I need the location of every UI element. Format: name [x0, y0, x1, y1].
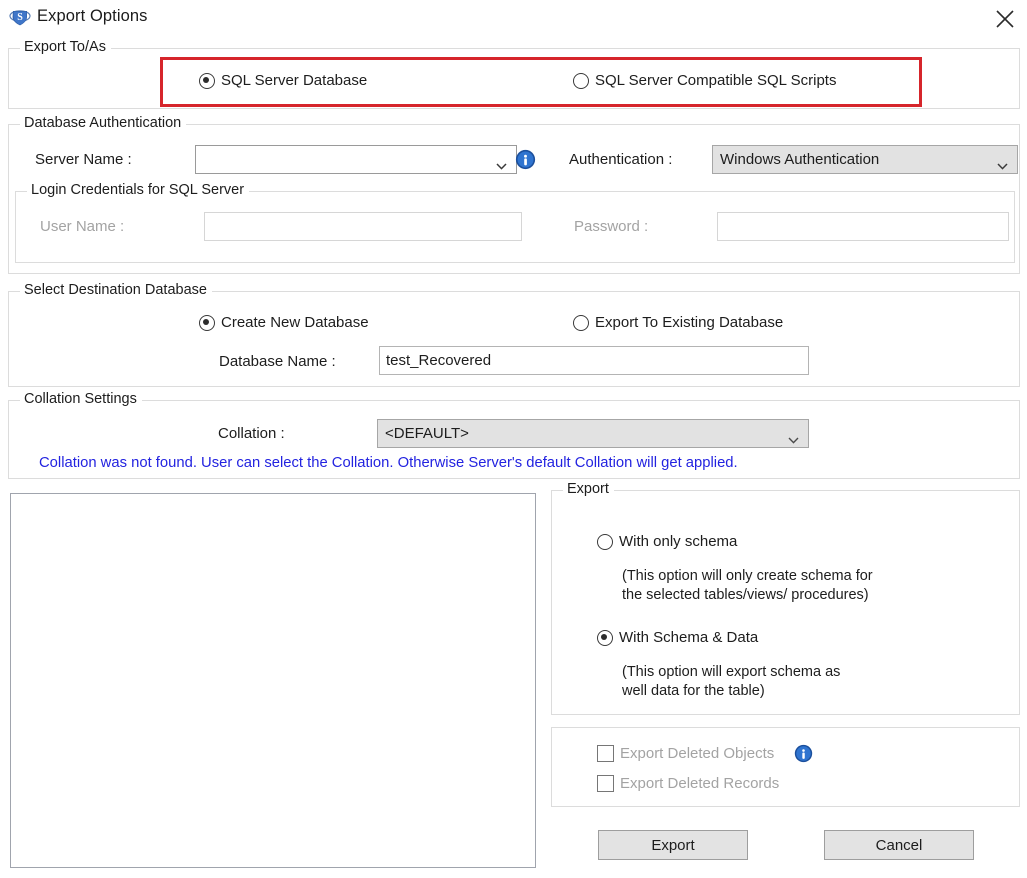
- authentication-select[interactable]: Windows Authentication: [712, 145, 1018, 174]
- with-only-schema-note: (This option will only create schema for…: [622, 567, 873, 605]
- radio-export-existing-database[interactable]: Export To Existing Database: [573, 314, 783, 331]
- svg-text:S: S: [17, 12, 23, 23]
- export-options-group: Export With only schema (This option wil…: [551, 490, 1020, 715]
- database-name-value: test_Recovered: [386, 352, 491, 369]
- export-button[interactable]: Export: [598, 830, 748, 860]
- radio-label: SQL Server Compatible SQL Scripts: [595, 72, 836, 89]
- radio-label: With only schema: [619, 533, 737, 550]
- checkbox-label: Export Deleted Records: [620, 775, 779, 792]
- export-options-dialog: S Export Options Export To/As SQL Server…: [0, 0, 1027, 878]
- radio-indicator: [597, 534, 613, 550]
- close-icon[interactable]: [992, 6, 1018, 32]
- object-tree[interactable]: test(SQL Server 2019) TABLES dbo.Test VI…: [10, 493, 536, 868]
- shield-s-icon: S: [9, 7, 31, 29]
- radio-label: SQL Server Database: [221, 72, 367, 89]
- deleted-objects-info-icon[interactable]: [794, 744, 815, 765]
- destination-database-legend: Select Destination Database: [20, 282, 212, 298]
- checkbox-export-deleted-records[interactable]: Export Deleted Records: [597, 775, 779, 792]
- with-schema-and-data-note: (This option will export schema as well …: [622, 663, 840, 701]
- database-name-input[interactable]: test_Recovered: [379, 346, 809, 375]
- server-name-label: Server Name :: [35, 151, 132, 168]
- export-options-legend: Export: [563, 481, 614, 497]
- radio-label: Create New Database: [221, 314, 369, 331]
- database-name-label: Database Name :: [219, 353, 336, 370]
- chevron-down-icon: [788, 431, 799, 438]
- cancel-button[interactable]: Cancel: [824, 830, 974, 860]
- login-credentials-legend: Login Credentials for SQL Server: [27, 182, 249, 198]
- checkbox-export-deleted-objects[interactable]: Export Deleted Objects: [597, 743, 815, 764]
- database-authentication-group: Database Authentication Server Name : Au…: [8, 124, 1020, 274]
- chevron-down-icon: [496, 157, 507, 164]
- radio-indicator: [199, 73, 215, 89]
- collation-value: <DEFAULT>: [385, 425, 469, 442]
- cancel-button-label: Cancel: [876, 837, 923, 854]
- server-name-info-icon[interactable]: [515, 149, 536, 170]
- radio-indicator: [573, 73, 589, 89]
- password-label: Password :: [574, 218, 648, 235]
- radio-sql-scripts[interactable]: SQL Server Compatible SQL Scripts: [573, 72, 836, 89]
- export-button-label: Export: [651, 837, 694, 854]
- authentication-value: Windows Authentication: [720, 151, 879, 168]
- login-credentials-group: Login Credentials for SQL Server User Na…: [15, 191, 1015, 263]
- radio-create-new-database[interactable]: Create New Database: [199, 314, 369, 331]
- destination-database-group: Select Destination Database Create New D…: [8, 291, 1020, 387]
- radio-with-schema-and-data[interactable]: With Schema & Data: [597, 629, 758, 646]
- window-title: Export Options: [37, 7, 148, 26]
- radio-sql-server-database[interactable]: SQL Server Database: [199, 72, 367, 89]
- radio-label: With Schema & Data: [619, 629, 758, 646]
- radio-indicator: [597, 630, 613, 646]
- chevron-down-icon: [997, 157, 1008, 164]
- collation-warning-text: Collation was not found. User can select…: [39, 455, 738, 471]
- checkbox-indicator: [597, 775, 614, 792]
- radio-indicator: [199, 315, 215, 331]
- export-to-as-legend: Export To/As: [20, 39, 111, 55]
- radio-label: Export To Existing Database: [595, 314, 783, 331]
- collation-label: Collation :: [218, 425, 285, 442]
- collation-settings-legend: Collation Settings: [20, 391, 142, 407]
- database-authentication-legend: Database Authentication: [20, 115, 186, 131]
- radio-with-only-schema[interactable]: With only schema: [597, 533, 737, 550]
- collation-settings-group: Collation Settings Collation : <DEFAULT>…: [8, 400, 1020, 479]
- radio-indicator: [573, 315, 589, 331]
- user-name-label: User Name :: [40, 218, 124, 235]
- user-name-input[interactable]: [204, 212, 522, 241]
- deleted-options-group: Export Deleted Objects Export Deleted Re…: [551, 727, 1020, 807]
- checkbox-indicator: [597, 745, 614, 762]
- server-name-input[interactable]: [195, 145, 517, 174]
- password-input[interactable]: [717, 212, 1009, 241]
- checkbox-label: Export Deleted Objects: [620, 745, 774, 762]
- authentication-label: Authentication :: [569, 151, 672, 168]
- export-to-as-group: Export To/As SQL Server Database SQL Ser…: [8, 48, 1020, 109]
- title-bar: S Export Options: [0, 0, 1027, 37]
- collation-select[interactable]: <DEFAULT>: [377, 419, 809, 448]
